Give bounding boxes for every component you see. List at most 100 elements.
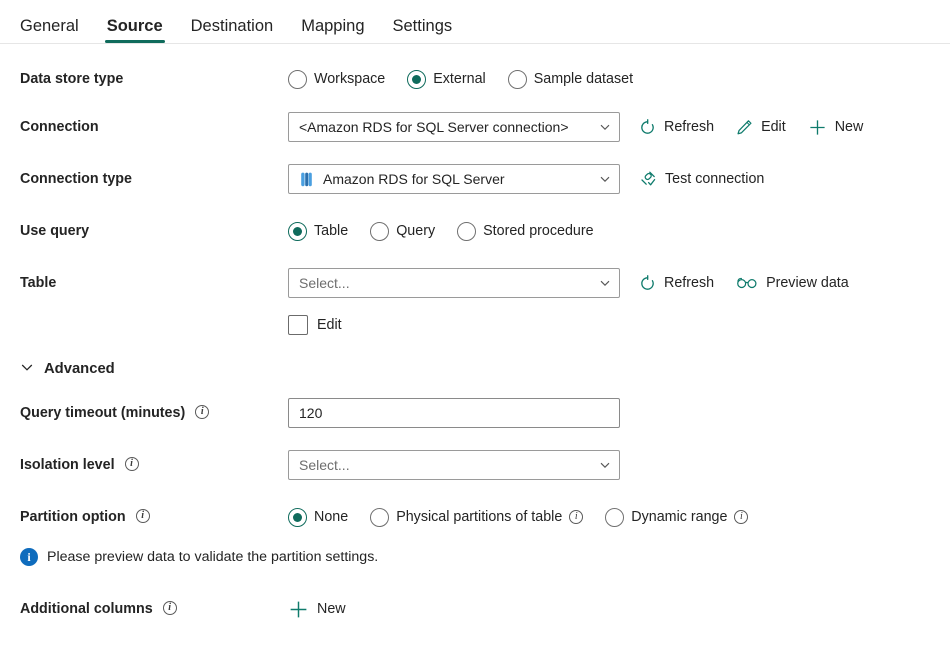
row-query-timeout: Query timeout (minutes) i 120 [20, 396, 932, 430]
radio-circle-checked-icon [288, 221, 307, 241]
connection-new-button[interactable]: New [808, 118, 863, 137]
tab-destination[interactable]: Destination [177, 17, 288, 44]
table-edit-checkbox[interactable]: Edit [288, 315, 342, 335]
info-icon[interactable]: i [162, 601, 177, 615]
connection-refresh-label: Refresh [664, 119, 715, 135]
preview-data-label: Preview data [766, 275, 849, 291]
row-isolation-level: Isolation level i Select... [20, 448, 932, 482]
source-form: Data store type Workspace External Sampl… [0, 44, 950, 626]
partition-info-message-text: Please preview data to validate the part… [47, 549, 379, 565]
chevron-down-icon [599, 459, 611, 471]
pencil-icon [736, 119, 753, 136]
isolation-level-dropdown[interactable]: Select... [288, 450, 620, 480]
label-additional-columns-text: Additional columns [20, 601, 153, 617]
tab-mapping[interactable]: Mapping [287, 17, 378, 44]
plus-icon [288, 599, 309, 620]
radio-circle-icon [507, 69, 527, 89]
checkbox-unchecked-icon [288, 315, 308, 335]
test-connection-label: Test connection [665, 171, 765, 187]
connection-refresh-button[interactable]: Refresh [639, 118, 715, 136]
row-connection: Connection <Amazon RDS for SQL Server co… [20, 110, 932, 144]
plus-icon [808, 118, 827, 137]
label-connection-text: Connection [20, 119, 99, 135]
radio-use-query-query[interactable]: Query [370, 221, 435, 241]
connection-type-value: Amazon RDS for SQL Server [323, 171, 505, 187]
radio-group-data-store-type: Workspace External Sample dataset [288, 69, 634, 89]
label-query-timeout: Query timeout (minutes) i [20, 405, 288, 421]
label-additional-columns: Additional columns i [20, 601, 288, 617]
connection-edit-button[interactable]: Edit [736, 119, 786, 136]
radio-circle-checked-icon [288, 507, 307, 527]
label-table-text: Table [20, 275, 57, 291]
advanced-section-label: Advanced [44, 361, 115, 377]
radio-label: External [433, 71, 486, 87]
radio-label: Dynamic range [631, 509, 728, 525]
query-timeout-value: 120 [299, 405, 323, 421]
additional-columns-new-button[interactable]: New [288, 599, 346, 620]
partition-info-message: i Please preview data to validate the pa… [20, 548, 932, 566]
radio-label: Physical partitions of table [396, 509, 563, 525]
table-dropdown-placeholder: Select... [299, 275, 350, 291]
row-use-query: Use query Table Query Stored procedure [20, 214, 932, 248]
row-partition-option: Partition option i None Physical partiti… [20, 500, 932, 534]
label-connection: Connection [20, 119, 288, 135]
use-query-control: Table Query Stored procedure [288, 221, 932, 241]
radio-partition-option-dynamic-range[interactable]: Dynamic range i [605, 507, 749, 527]
radio-circle-icon [370, 507, 390, 527]
preview-data-button[interactable]: Preview data [736, 275, 849, 291]
row-table-edit: Edit [20, 308, 932, 342]
radio-label: Workspace [314, 71, 386, 87]
table-edit-label: Edit [317, 317, 342, 333]
partition-option-control: None Physical partitions of table i Dyna… [288, 507, 932, 527]
test-connection-button[interactable]: Test connection [639, 170, 764, 188]
radio-use-query-stored-procedure[interactable]: Stored procedure [457, 221, 594, 241]
table-refresh-button[interactable]: Refresh [639, 274, 715, 292]
info-icon[interactable]: i [195, 405, 210, 419]
chevron-down-icon [20, 360, 34, 378]
glasses-icon [736, 275, 758, 291]
info-icon[interactable]: i [734, 510, 749, 524]
radio-circle-icon [288, 69, 307, 89]
info-icon[interactable]: i [135, 509, 150, 523]
additional-columns-new-label: New [317, 601, 346, 617]
connection-control: <Amazon RDS for SQL Server connection> R… [288, 112, 932, 142]
info-icon[interactable]: i [569, 510, 584, 524]
radio-partition-option-physical-partitions[interactable]: Physical partitions of table i [370, 507, 584, 527]
table-edit-control: Edit [288, 315, 932, 335]
tab-general[interactable]: General [18, 17, 93, 44]
radio-data-store-type-sample-dataset[interactable]: Sample dataset [507, 69, 634, 89]
info-icon[interactable]: i [124, 457, 139, 471]
connection-dropdown[interactable]: <Amazon RDS for SQL Server connection> [288, 112, 620, 142]
label-data-store-type-text: Data store type [20, 71, 124, 87]
table-refresh-label: Refresh [664, 275, 715, 291]
label-isolation-level-text: Isolation level [20, 457, 115, 473]
chevron-down-icon [599, 121, 611, 133]
radio-label: None [314, 509, 349, 525]
radio-group-use-query: Table Query Stored procedure [288, 221, 594, 241]
label-use-query-text: Use query [20, 223, 90, 239]
radio-use-query-table[interactable]: Table [288, 221, 348, 241]
radio-partition-option-none[interactable]: None [288, 507, 349, 527]
radio-circle-icon [457, 221, 477, 241]
refresh-icon [639, 274, 656, 292]
additional-columns-commands: New [288, 599, 346, 620]
table-dropdown[interactable]: Select... [288, 268, 620, 298]
label-partition-option: Partition option i [20, 509, 288, 525]
refresh-icon [639, 118, 656, 136]
advanced-section-header[interactable]: Advanced [20, 360, 932, 378]
isolation-level-control: Select... [288, 450, 932, 480]
label-partition-option-text: Partition option [20, 509, 126, 525]
tab-settings[interactable]: Settings [379, 17, 467, 44]
radio-label: Sample dataset [533, 71, 634, 87]
connection-type-dropdown[interactable]: Amazon RDS for SQL Server [288, 164, 620, 194]
radio-data-store-type-workspace[interactable]: Workspace [288, 69, 386, 89]
tab-source[interactable]: Source [93, 17, 177, 44]
connection-dropdown-value: <Amazon RDS for SQL Server connection> [299, 119, 569, 135]
row-data-store-type: Data store type Workspace External Sampl… [20, 62, 932, 96]
query-timeout-input[interactable]: 120 [288, 398, 620, 428]
connection-edit-label: Edit [761, 119, 786, 135]
connection-type-commands: Test connection [639, 170, 764, 188]
radio-data-store-type-external[interactable]: External [407, 69, 486, 89]
radio-circle-icon [605, 507, 625, 527]
label-data-store-type: Data store type [20, 71, 288, 87]
